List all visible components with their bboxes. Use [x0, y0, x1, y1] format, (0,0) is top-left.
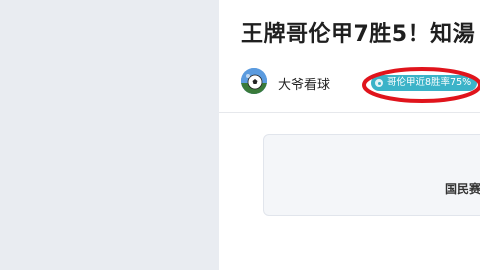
win-rate-tag[interactable]: 哥伦甲近8胜率75% — [371, 75, 478, 91]
page-background — [0, 0, 219, 270]
divider — [219, 112, 480, 113]
article-title: 王牌哥伦甲7胜5！知湯 — [241, 22, 476, 47]
author-name[interactable]: 大爷看球 — [278, 74, 330, 93]
tag-label: 哥伦甲近8胜率75% — [387, 77, 472, 88]
content-card: 国民赛 — [263, 134, 480, 216]
author-avatar-icon[interactable] — [241, 68, 267, 94]
article-panel: 王牌哥伦甲7胜5！知湯 大爷看球 哥伦甲近8胜率75% 国民赛 — [219, 0, 480, 270]
author-row: 大爷看球 哥伦甲近8胜率75% — [241, 67, 480, 97]
card-text: 国民赛 — [445, 182, 480, 196]
tag-badge-icon — [375, 79, 383, 87]
